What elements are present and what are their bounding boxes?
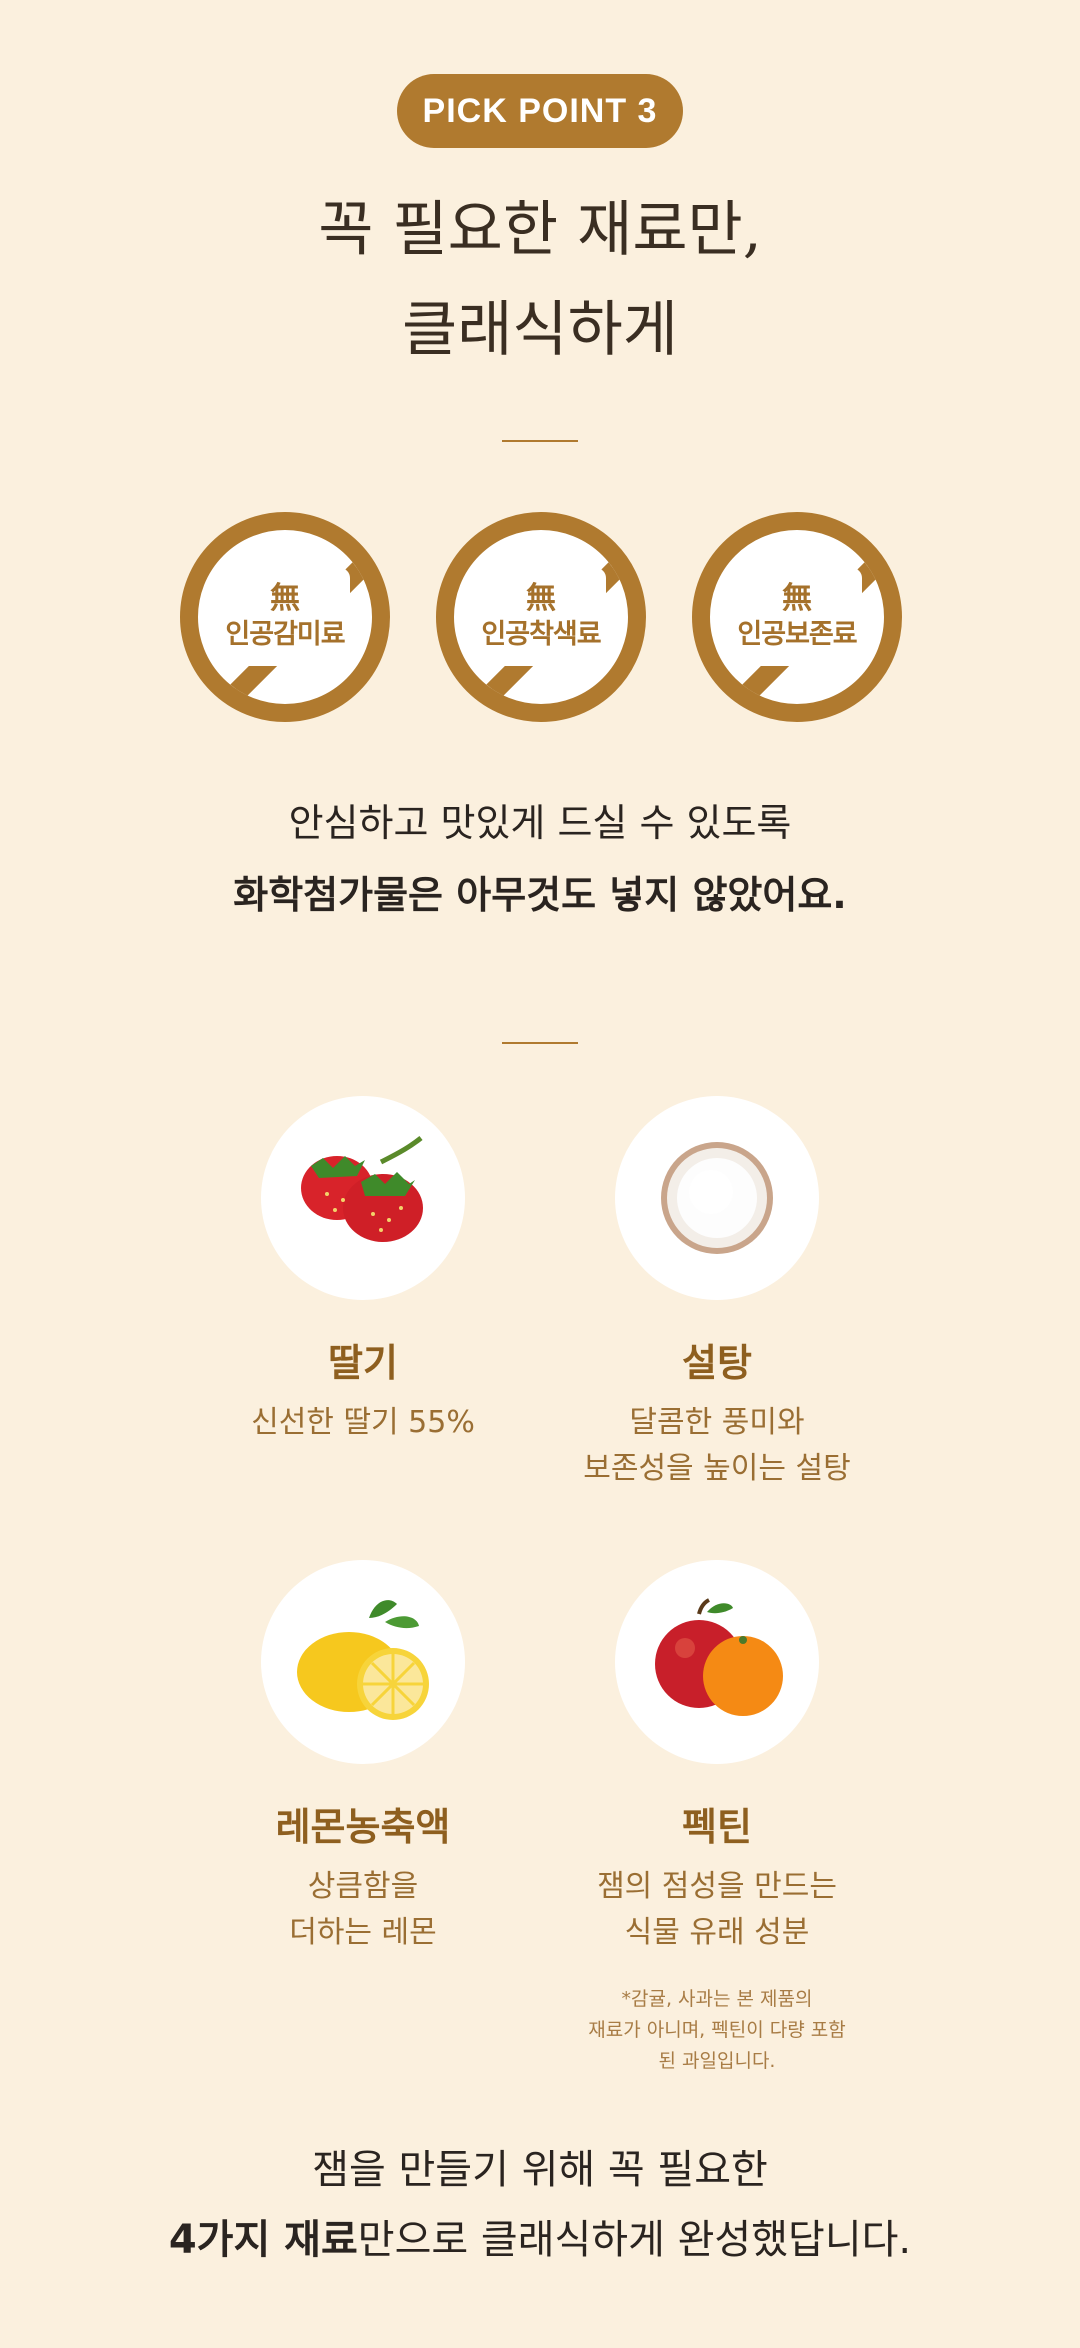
ingredient-name-pectin: 펙틴: [682, 1805, 752, 1849]
ingredient-desc-pectin-2: 식물 유래 성분: [624, 1915, 810, 1950]
apple-orange-image: [615, 1560, 819, 1764]
closing-line-2: 4가지 재료만으로 클래식하게 완성했답니다.: [0, 2220, 1080, 2260]
ingredient-desc-sugar-2: 보존성을 높이는 설탕: [583, 1451, 851, 1486]
reassurance-line-2: 화학첨가물은 아무것도 넣지 않았어요.: [233, 873, 847, 917]
badge-label: 인공감미료: [225, 619, 345, 650]
pectin-note-line-1: *감귤, 사과는 본 제품의: [621, 1988, 813, 2010]
strawberry-image: [261, 1096, 465, 1300]
pick-point-pill: PICK POINT 3: [397, 74, 683, 148]
badge-mu: 無: [526, 581, 556, 616]
ingredient-desc-lemon-1: 상큼함을: [307, 1869, 419, 1904]
badge-no-artificial-preservative: 無 인공보존료: [692, 512, 902, 722]
divider-middle: [502, 1042, 578, 1044]
ingredient-desc-strawberry: 신선한 딸기 55%: [251, 1405, 475, 1440]
ingredient-name-sugar: 설탕: [682, 1341, 752, 1385]
ingredient-desc-sugar-1: 달콤한 풍미와: [629, 1405, 805, 1440]
sugar-bowl-image: [615, 1096, 819, 1300]
ingredient-desc-pectin-1: 잼의 점성을 만드는: [597, 1869, 837, 1904]
closing-rest: 만으로 클래식하게 완성했답니다.: [357, 2217, 912, 2263]
headline-line-2: 클래식하게: [402, 295, 678, 365]
badge-no-artificial-sweetener: 無 인공감미료: [180, 512, 390, 722]
badge-mu: 無: [270, 581, 300, 616]
ingredient-name-strawberry: 딸기: [328, 1341, 398, 1385]
badge-label: 인공보존료: [737, 619, 857, 650]
ingredient-name-lemon: 레몬농축액: [275, 1805, 451, 1849]
reassurance-line-1: 안심하고 맛있게 드실 수 있도록: [288, 801, 792, 845]
pectin-note-line-2: 재료가 아니며, 펙틴이 다량 포함: [588, 2019, 846, 2041]
closing-bold: 4가지 재료: [168, 2217, 358, 2263]
ingredient-desc-lemon-2: 더하는 레몬: [289, 1915, 437, 1950]
divider-top: [502, 440, 578, 442]
headline-line-1: 꼭 필요한 재료만,: [318, 195, 762, 265]
pectin-note-line-3: 된 과일입니다.: [658, 2050, 776, 2072]
badge-mu: 無: [782, 581, 812, 616]
badge-no-artificial-color: 無 인공착색료: [436, 512, 646, 722]
badge-label: 인공착색료: [481, 619, 601, 650]
lemon-image: [261, 1560, 465, 1764]
closing-line-1: 잼을 만들기 위해 꼭 필요한: [312, 2147, 768, 2193]
